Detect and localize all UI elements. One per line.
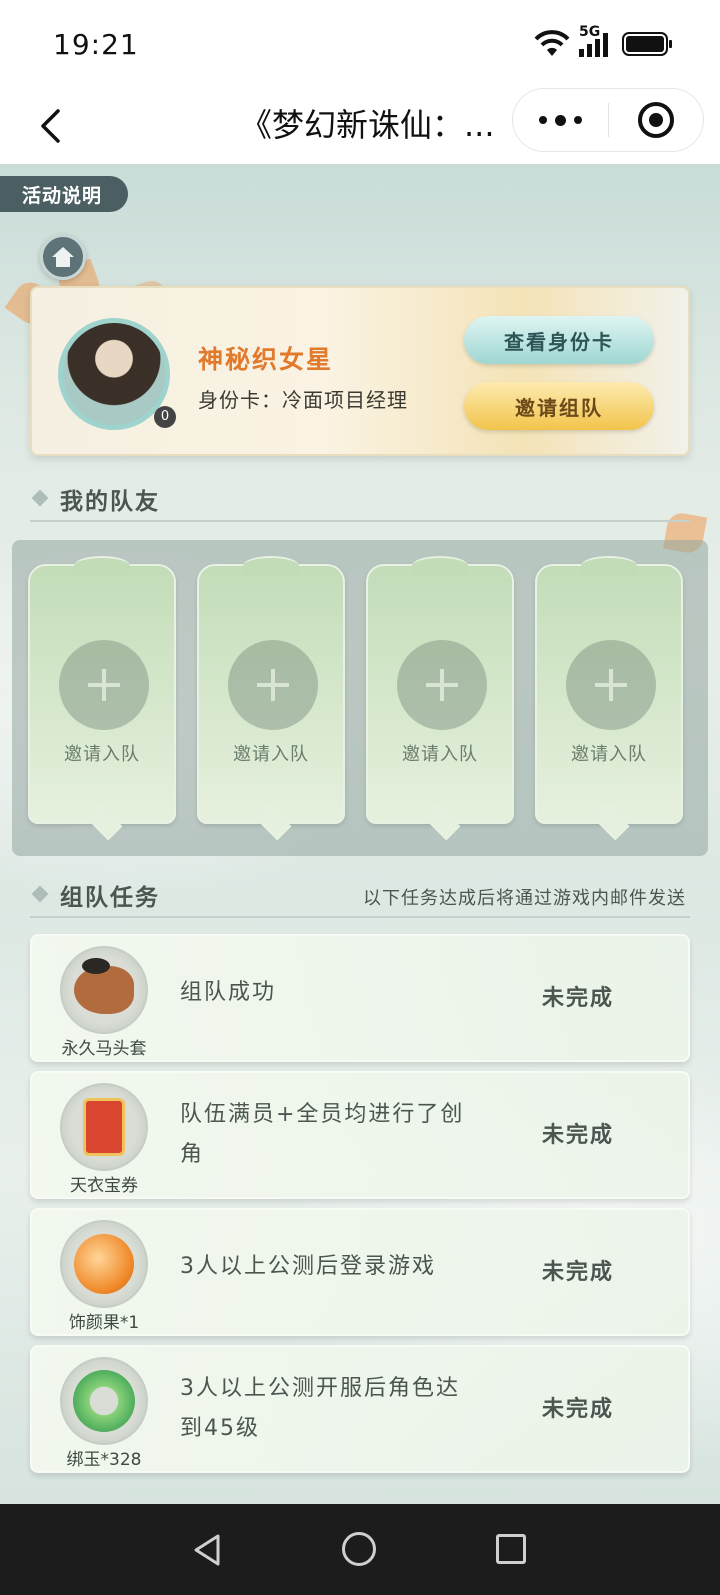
invite-slot-label: 邀请入队 (571, 744, 647, 765)
diamond-icon (31, 885, 49, 903)
section-note: 以下任务达成后将通过游戏内邮件发送 (363, 888, 686, 909)
diamond-icon (31, 489, 49, 507)
voucher-icon (83, 1098, 125, 1156)
horse-head-icon (74, 958, 134, 1014)
section-title: 组队任务 (60, 885, 160, 911)
teammates-section-header: 我的队友 (30, 478, 690, 522)
plus-icon (59, 640, 149, 730)
invite-slot-label: 邀请入队 (233, 744, 309, 765)
avatar-badge: 0 (154, 406, 176, 428)
team-tasks-section-header: 组队任务 以下任务达成后将通过游戏内邮件发送 (30, 874, 690, 918)
status-icons: 5G (533, 24, 672, 58)
identity-card-text: 身份卡：冷面项目经理 (198, 388, 408, 412)
task-item: 永久马头套 组队成功 未完成 (30, 934, 690, 1062)
close-mini-program-button[interactable] (608, 89, 703, 151)
cellular-signal-icon: 5G (579, 24, 608, 57)
invite-slot-label: 邀请入队 (402, 744, 478, 765)
status-bar: 19:21 5G (0, 0, 720, 88)
battery-icon (622, 32, 672, 56)
invite-slot[interactable]: 邀请入队 (197, 556, 345, 824)
view-identity-card-button[interactable]: 查看身份卡 (464, 316, 654, 364)
invite-team-button[interactable]: 邀请组队 (464, 382, 654, 430)
system-back-icon[interactable] (188, 1530, 228, 1570)
system-home-icon[interactable] (342, 1532, 376, 1566)
back-button[interactable] (24, 100, 76, 152)
task-description: 队伍满员+全员均进行了创角 (180, 1102, 465, 1167)
invite-slot[interactable]: 邀请入队 (28, 556, 176, 824)
reward-icon-frame (60, 1220, 148, 1308)
task-status: 未完成 (542, 1397, 615, 1422)
section-title: 我的队友 (60, 489, 160, 515)
task-status: 未完成 (542, 986, 615, 1011)
activity-rules-button[interactable]: 活动说明 (0, 176, 128, 212)
fruit-icon (74, 1234, 134, 1294)
task-status: 未完成 (542, 1123, 615, 1148)
reward-name: 绑玉*328 (66, 1450, 142, 1470)
home-button[interactable] (40, 234, 86, 280)
status-time: 19:21 (53, 28, 139, 61)
invite-slot[interactable]: 邀请入队 (366, 556, 514, 824)
system-recents-icon[interactable] (496, 1534, 526, 1564)
task-item: 饰颜果*1 3人以上公测后登录游戏 未完成 (30, 1208, 690, 1336)
target-icon (637, 102, 674, 138)
activity-page: 活动说明 0 神秘织女星 身份卡：冷面项目经理 查看身份卡 邀请组队 我的队友 … (0, 164, 720, 1504)
network-type: 5G (579, 24, 601, 40)
profile-name: 神秘织女星 (198, 345, 334, 374)
home-icon (52, 247, 74, 267)
invite-slot[interactable]: 邀请入队 (535, 556, 683, 824)
task-description: 3人以上公测后登录游戏 (180, 1254, 436, 1279)
task-status: 未完成 (542, 1260, 615, 1285)
task-description: 3人以上公测开服后角色达到45级 (180, 1376, 460, 1441)
task-item: 绑玉*328 3人以上公测开服后角色达到45级 未完成 (30, 1345, 690, 1473)
reward-icon-frame (60, 1357, 148, 1445)
chevron-left-icon (41, 109, 60, 143)
reward-name: 永久马头套 (61, 1039, 147, 1059)
avatar[interactable] (58, 318, 170, 430)
mini-program-nav-bar: 《梦幻新诛仙：... (0, 88, 720, 164)
plus-icon (228, 640, 318, 730)
profile-card: 0 神秘织女星 身份卡：冷面项目经理 查看身份卡 邀请组队 (30, 286, 690, 456)
system-navigation-bar (0, 1504, 720, 1595)
more-button[interactable] (513, 89, 608, 151)
wifi-icon (533, 30, 571, 58)
plus-icon (397, 640, 487, 730)
invite-slot-label: 邀请入队 (64, 744, 140, 765)
task-description: 组队成功 (180, 980, 277, 1005)
task-item: 天衣宝券 队伍满员+全员均进行了创角 未完成 (30, 1071, 690, 1199)
teammates-panel: 邀请入队 邀请入队 邀请入队 邀请入队 (12, 540, 708, 856)
capsule-menu (512, 88, 704, 152)
reward-icon-frame (60, 1083, 148, 1171)
reward-icon-frame (60, 946, 148, 1034)
reward-name: 饰颜果*1 (68, 1313, 140, 1333)
page-title: 《梦幻新诛仙：... (240, 106, 495, 144)
reward-name: 天衣宝券 (70, 1176, 138, 1196)
more-dots-icon (538, 116, 547, 124)
plus-icon (566, 640, 656, 730)
jade-icon (73, 1370, 135, 1432)
